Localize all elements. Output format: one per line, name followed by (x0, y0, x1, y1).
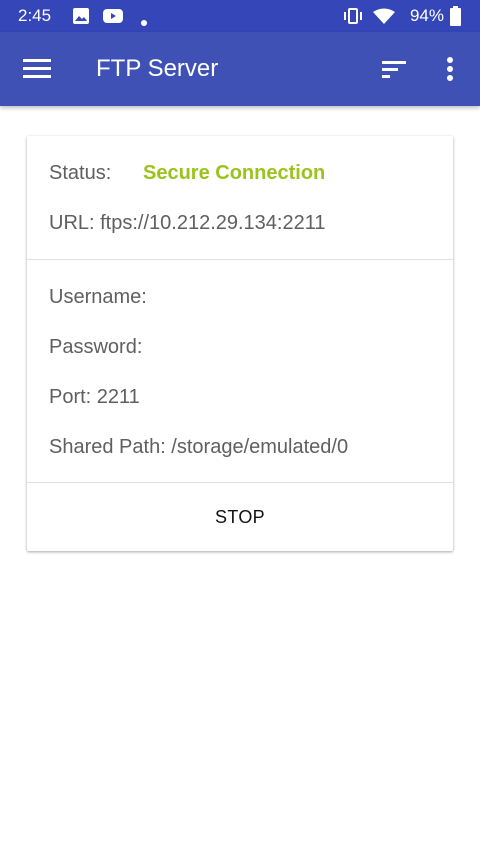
password-label: Password: (49, 336, 143, 358)
wifi-icon (373, 8, 395, 30)
shared-path-label: Shared Path: /storage/emulated/0 (49, 436, 349, 458)
status-time: 2:45 (18, 6, 52, 25)
hamburger-menu-icon[interactable] (16, 49, 60, 89)
stop-button[interactable]: STOP (27, 483, 453, 551)
sort-icon[interactable] (374, 49, 414, 89)
vibrate-icon (342, 7, 364, 30)
battery-icon (450, 6, 461, 31)
server-url: URL: ftps://10.212.29.134:2211 (49, 212, 326, 234)
divider (27, 259, 453, 260)
more-vert-icon[interactable] (432, 49, 468, 89)
battery-percentage: 94% (409, 6, 444, 25)
youtube-notification-icon (102, 7, 124, 30)
dot-icon (141, 13, 147, 31)
image-notification-icon (72, 7, 90, 30)
status-value: Secure Connection (143, 162, 326, 184)
server-info-card: Status: Secure Connection URL: ftps://10… (27, 136, 453, 551)
status-bar: 2:45 94% (0, 0, 480, 32)
username-label: Username: (49, 286, 147, 308)
app-bar: FTP Server (0, 32, 480, 106)
app-title: FTP Server (96, 55, 219, 82)
status-label: Status: (49, 162, 112, 184)
port-label: Port: 2211 (49, 386, 140, 408)
